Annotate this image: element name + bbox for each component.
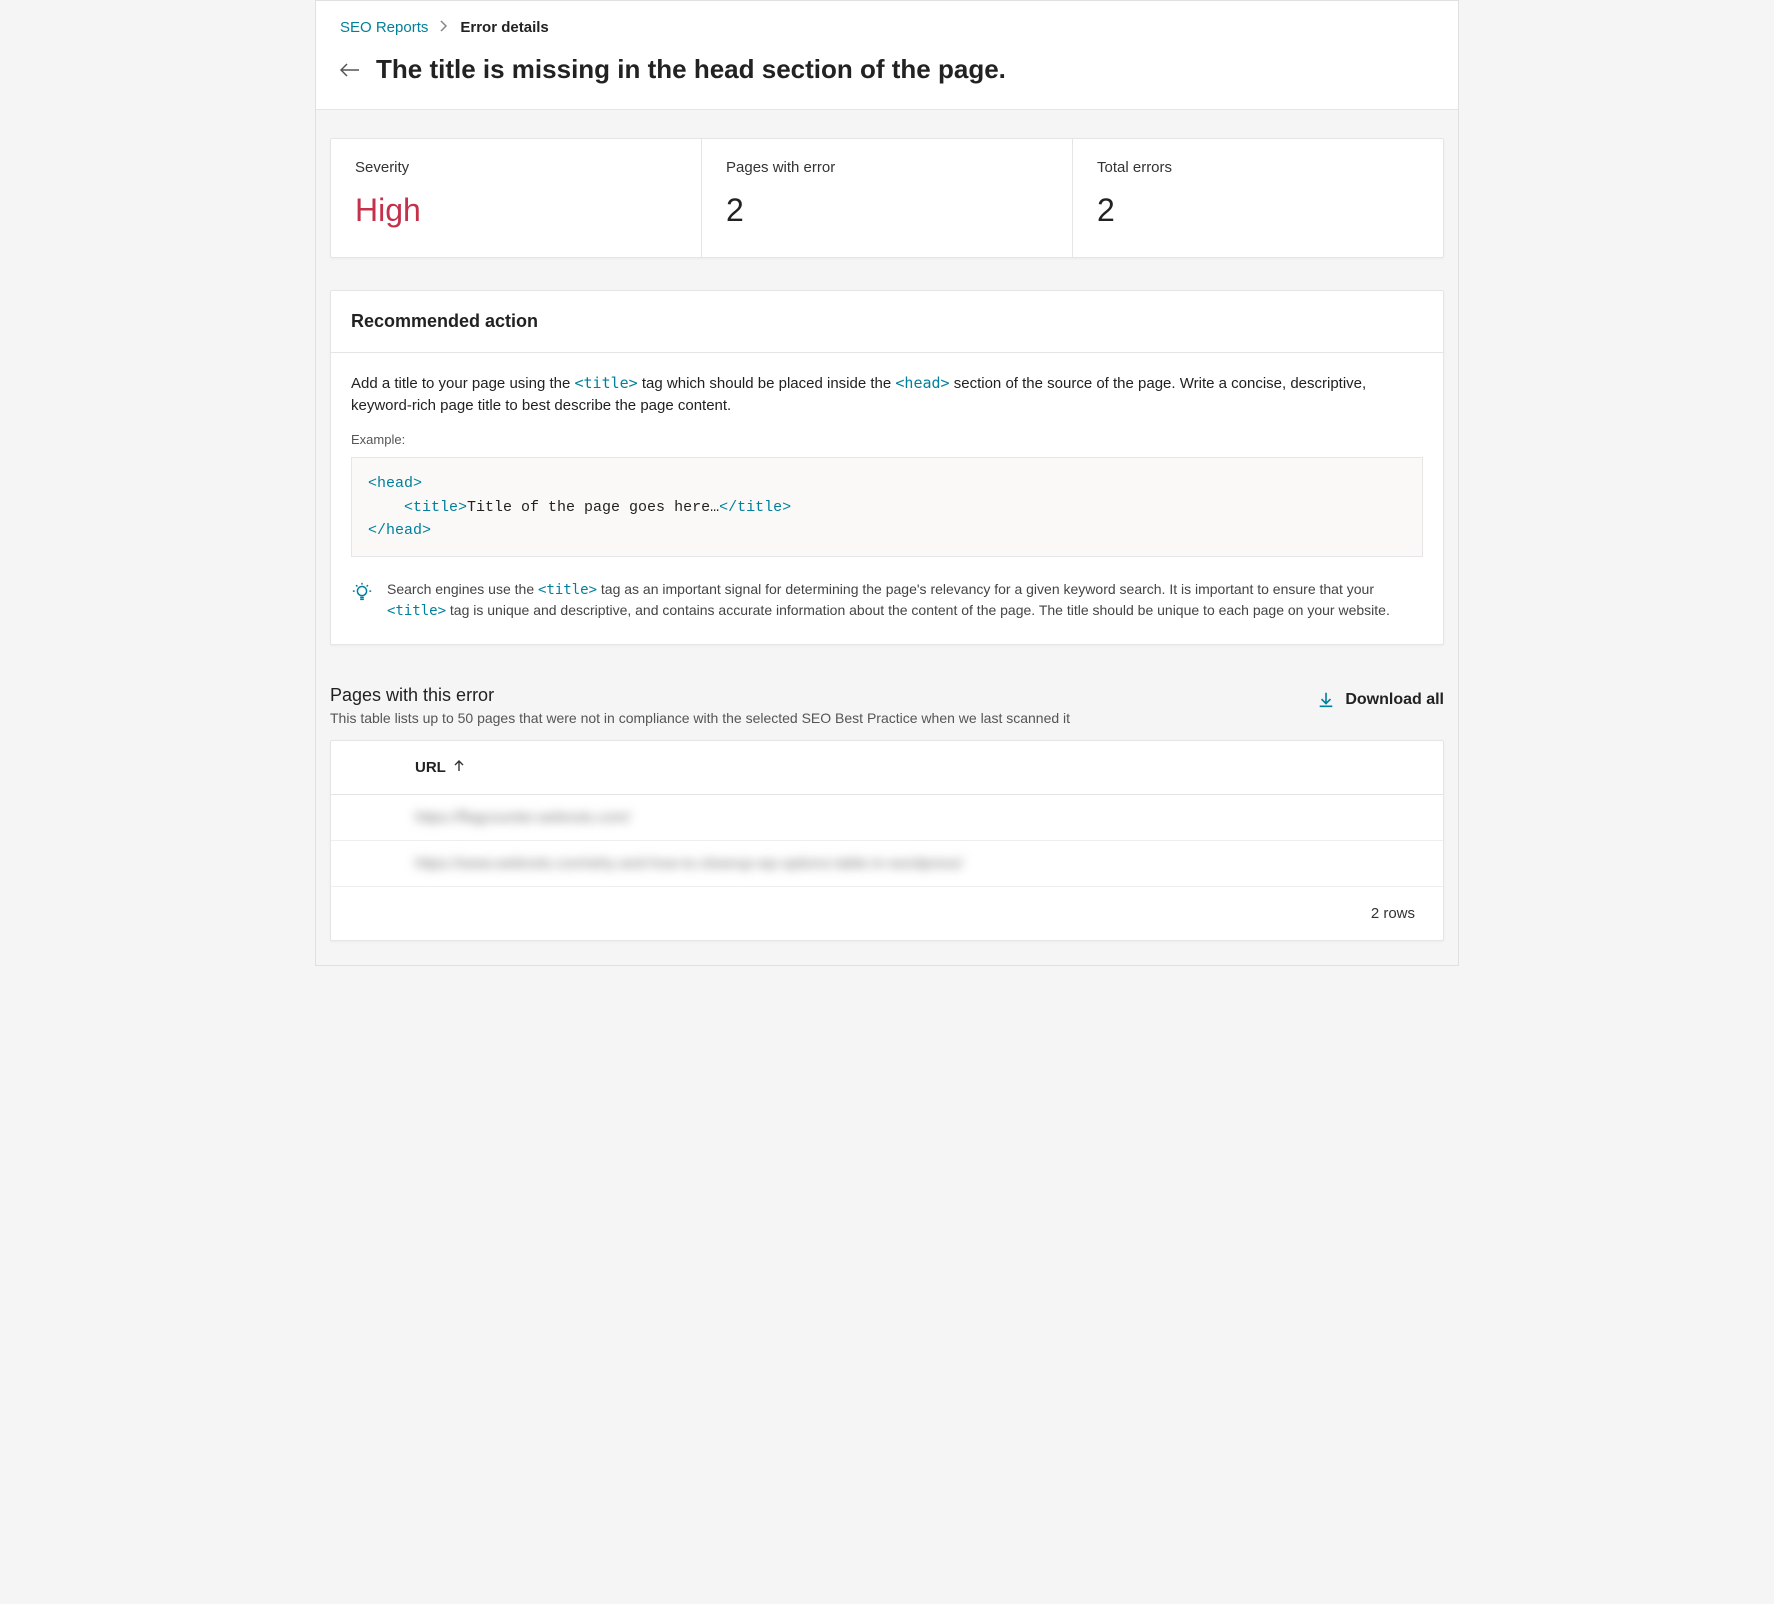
download-all-button[interactable]: Download all xyxy=(1317,691,1444,709)
code-line: <head> xyxy=(368,475,422,492)
stat-label: Severity xyxy=(355,159,677,176)
page-title: The title is missing in the head section… xyxy=(376,54,1006,85)
table-footer: 2 rows xyxy=(331,887,1443,940)
breadcrumb-current: Error details xyxy=(460,19,548,36)
table-header[interactable]: URL xyxy=(331,741,1443,795)
table-row[interactable]: https://www.webnots.com/why-and-how-to-c… xyxy=(331,841,1443,887)
stat-card-severity: Severity High xyxy=(331,139,702,257)
col-url-label: URL xyxy=(415,759,446,776)
recommended-action-panel: Recommended action Add a title to your p… xyxy=(330,290,1444,645)
errors-table: URL https://flagcounter.webnots.com/ htt… xyxy=(330,740,1444,941)
code-line: </head> xyxy=(368,522,431,539)
code-inline: <title> xyxy=(574,374,637,392)
text: tag is unique and descriptive, and conta… xyxy=(446,602,1390,618)
panel-heading: Recommended action xyxy=(331,291,1443,353)
text: tag as an important signal for determini… xyxy=(597,581,1374,597)
text: Search engines use the xyxy=(387,581,538,597)
page-header: SEO Reports Error details The title is m… xyxy=(316,1,1458,110)
stat-value-severity: High xyxy=(355,192,677,229)
stat-card-pages: Pages with error 2 xyxy=(702,139,1073,257)
back-arrow-icon[interactable] xyxy=(340,60,360,80)
stat-label: Total errors xyxy=(1097,159,1419,176)
breadcrumb: SEO Reports Error details xyxy=(340,19,1434,36)
code-inline: <title> xyxy=(538,582,597,598)
panel-body: Add a title to your page using the <titl… xyxy=(331,353,1443,644)
code-line: </title> xyxy=(719,499,791,516)
list-header-row: Pages with this error This table lists u… xyxy=(330,685,1444,726)
sort-ascending-icon xyxy=(454,759,464,775)
title-row: The title is missing in the head section… xyxy=(340,54,1434,85)
lightbulb-icon xyxy=(351,581,373,622)
chevron-right-icon xyxy=(440,20,448,35)
code-line: <title> xyxy=(368,499,467,516)
list-title: Pages with this error xyxy=(330,685,1070,706)
tip-row: Search engines use the <title> tag as an… xyxy=(351,579,1423,622)
table-row[interactable]: https://flagcounter.webnots.com/ xyxy=(331,795,1443,841)
text: Add a title to your page using the xyxy=(351,375,574,392)
url-cell: https://www.webnots.com/why-and-how-to-c… xyxy=(415,855,963,872)
code-inline: <head> xyxy=(895,374,949,392)
stat-value-errors: 2 xyxy=(1097,192,1419,229)
download-icon xyxy=(1317,691,1335,709)
download-all-label: Download all xyxy=(1345,691,1444,709)
text: tag which should be placed inside the xyxy=(638,375,896,392)
breadcrumb-link-seo-reports[interactable]: SEO Reports xyxy=(340,19,428,36)
stat-label: Pages with error xyxy=(726,159,1048,176)
content: Severity High Pages with error 2 Total e… xyxy=(316,110,1458,965)
pages-with-error-section: Pages with this error This table lists u… xyxy=(330,685,1444,941)
list-subtitle: This table lists up to 50 pages that wer… xyxy=(330,710,1070,726)
app-root: SEO Reports Error details The title is m… xyxy=(315,0,1459,966)
recommended-description: Add a title to your page using the <titl… xyxy=(351,373,1423,417)
stat-card-errors: Total errors 2 xyxy=(1073,139,1443,257)
list-titles: Pages with this error This table lists u… xyxy=(330,685,1070,726)
stat-cards: Severity High Pages with error 2 Total e… xyxy=(330,138,1444,258)
code-line: Title of the page goes here… xyxy=(467,499,719,516)
url-cell: https://flagcounter.webnots.com/ xyxy=(415,809,630,826)
stat-value-pages: 2 xyxy=(726,192,1048,229)
example-code-block: <head> <title>Title of the page goes her… xyxy=(351,457,1423,557)
code-inline: <title> xyxy=(387,603,446,619)
example-label: Example: xyxy=(351,431,1423,450)
tip-text: Search engines use the <title> tag as an… xyxy=(387,579,1423,622)
